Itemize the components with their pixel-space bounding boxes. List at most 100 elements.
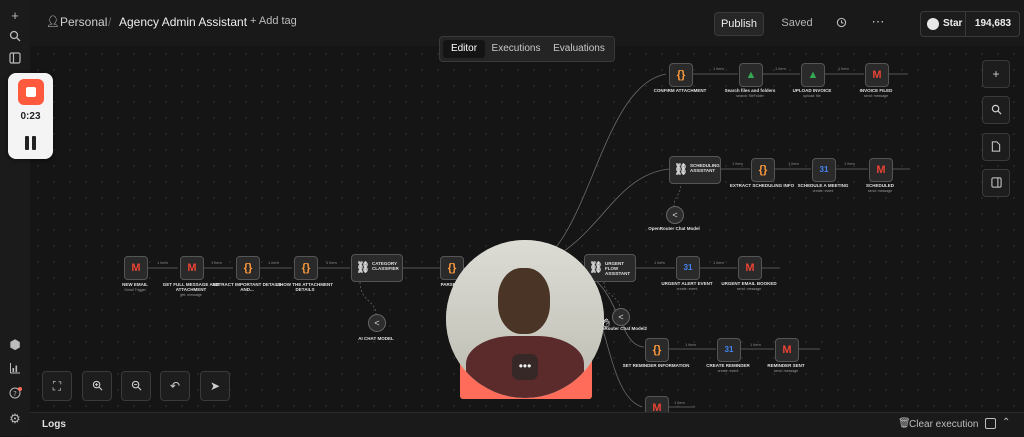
node-label: SCHEDULED	[865, 183, 894, 188]
edge-label: 1 item	[674, 400, 685, 405]
add-node-icon[interactable]: +	[982, 60, 1010, 88]
tab-editor[interactable]: Editor	[443, 40, 485, 58]
node-confirm-attachment[interactable]: {}	[669, 63, 693, 87]
tab-evaluations[interactable]: Evaluations	[548, 40, 610, 58]
undo-icon[interactable]: ↶	[160, 371, 190, 401]
node-invoice-filed[interactable]: M	[865, 63, 889, 87]
code-icon: {}	[301, 262, 311, 274]
search-nodes-icon[interactable]	[982, 96, 1010, 124]
toggle-panel-icon[interactable]	[982, 169, 1010, 197]
node-sublabel: create: event	[676, 287, 698, 291]
chevron-up-icon[interactable]: ⌃	[1002, 417, 1010, 428]
node-label: INVOICE FILED	[859, 88, 893, 93]
edge-label: 1 item	[211, 260, 222, 265]
node-label: SCHEDULING ASSISTANT	[690, 163, 720, 173]
gmail-icon: M	[782, 344, 792, 356]
history-icon[interactable]	[831, 12, 851, 34]
workflow-canvas[interactable]: M NEW EMAIL Gmail Trigger M GET FULL MES…	[30, 36, 1024, 420]
node-label: URGENT ALERT EVENT	[661, 281, 713, 286]
zoom-in-icon[interactable]	[82, 371, 112, 401]
clear-execution-button[interactable]: Clear execution	[909, 419, 978, 430]
node-extract-scheduling[interactable]: {}	[751, 158, 775, 182]
node-label: EXTRACT SCHEDULING INFO	[729, 183, 795, 188]
gmail-icon: M	[745, 262, 755, 274]
more-options-icon[interactable]: ⋯	[867, 12, 889, 34]
user-icon: 👤︎	[46, 16, 60, 28]
node-scheduling-assistant[interactable]: ⛓ SCHEDULING ASSISTANT	[669, 156, 721, 184]
edge	[673, 181, 682, 207]
person-head	[498, 268, 550, 334]
pause-recording-button[interactable]	[25, 136, 37, 150]
edge-label: 1 item	[268, 260, 279, 265]
openrouter-icon: <	[374, 318, 380, 328]
node-reminder-sent[interactable]: M	[775, 338, 799, 362]
workflow-title[interactable]: Agency Admin Assistant	[119, 15, 247, 29]
node-category-classifier[interactable]: ⛓ CATEGORY CLASSIFIER	[351, 254, 403, 282]
node-extract-important[interactable]: {}	[236, 256, 260, 280]
gmail-icon: M	[876, 164, 886, 176]
help-icon[interactable]: ?	[7, 387, 23, 403]
stop-recording-button[interactable]	[18, 79, 44, 105]
node-get-full-message[interactable]: M	[180, 256, 204, 280]
node-create-reminder[interactable]: 31	[717, 338, 741, 362]
model-label: OpenRouter Chat Model	[648, 226, 700, 231]
node-upload-invoice[interactable]: ▲	[801, 63, 825, 87]
gmail-icon: M	[187, 262, 197, 274]
node-label: CONFIRM ATTACHMENT	[653, 88, 707, 93]
edge-label: 1 item	[713, 260, 724, 265]
node-scheduled[interactable]: M	[869, 158, 893, 182]
node-label: URGENT EMAIL BOOKED	[721, 281, 777, 286]
tab-executions[interactable]: Executions	[490, 40, 542, 58]
view-tabs: Editor Executions Evaluations	[439, 36, 615, 62]
pointer-tool-icon[interactable]: ➤	[200, 371, 230, 401]
edge-label: 1 item	[654, 260, 665, 265]
edge-label: 1 item	[713, 66, 724, 71]
search-icon[interactable]	[7, 30, 23, 46]
calendar-icon: 31	[724, 345, 734, 354]
popout-icon[interactable]	[985, 418, 996, 429]
drive-icon: ▲	[745, 69, 757, 81]
zoom-out-icon[interactable]	[121, 371, 151, 401]
node-sublabel: get: message	[180, 293, 202, 297]
node-label: URGENT FLOW ASSISTANT	[605, 261, 631, 276]
cube-icon[interactable]: ⬢	[7, 337, 23, 353]
model-openrouter-chat-2[interactable]: <	[612, 308, 630, 326]
node-urgent-email[interactable]: M	[738, 256, 762, 280]
node-search-files[interactable]: ▲	[739, 63, 763, 87]
notification-dot	[18, 387, 22, 391]
code-icon: {}	[676, 69, 686, 81]
project-breadcrumb[interactable]: Personal	[60, 15, 107, 29]
node-sublabel: send: message	[736, 287, 762, 291]
left-sidebar: + ⬢ ? ⚙	[0, 0, 31, 436]
node-urgent-alert[interactable]: 31	[676, 256, 700, 280]
node-schedule-meeting[interactable]: 31	[812, 158, 836, 182]
github-star-label: Star	[943, 18, 963, 29]
add-tag-button[interactable]: + Add tag	[250, 15, 297, 27]
model-label: AI Chat Model	[358, 336, 394, 341]
add-icon[interactable]: +	[7, 8, 23, 24]
edge-label: 1 item	[326, 260, 337, 265]
link-icon: ⛓	[356, 262, 370, 274]
sticky-note-icon[interactable]	[982, 133, 1010, 161]
publish-button[interactable]: Publish	[714, 12, 764, 36]
calendar-icon: 31	[683, 263, 693, 272]
chart-icon[interactable]	[7, 362, 23, 378]
webcam-more-icon[interactable]: •••	[512, 354, 538, 380]
model-ai-chat[interactable]: <	[368, 314, 386, 332]
settings-gear-icon[interactable]: ⚙	[7, 411, 23, 427]
node-new-email[interactable]: M	[124, 256, 148, 280]
model-openrouter-chat[interactable]: <	[666, 206, 684, 224]
github-star-button[interactable]: Star 194,683	[920, 11, 1020, 37]
logs-bar[interactable]: Logs 🗑︎ Clear execution ⌃	[30, 412, 1024, 437]
hand-cursor-icon: ✋︎	[603, 316, 610, 330]
node-set-reminder[interactable]: {}	[645, 338, 669, 362]
gmail-icon: M	[872, 69, 882, 81]
node-sublabel: search: fileFolder	[736, 94, 764, 98]
edge-label: 1 item	[775, 66, 786, 71]
panel-icon[interactable]	[7, 52, 23, 68]
saved-status: Saved	[781, 17, 813, 29]
edge-label: 1 item	[732, 161, 743, 166]
fit-view-icon[interactable]: ⛶	[42, 371, 72, 401]
node-show-attachment[interactable]: {}	[294, 256, 318, 280]
code-icon: {}	[243, 262, 253, 274]
